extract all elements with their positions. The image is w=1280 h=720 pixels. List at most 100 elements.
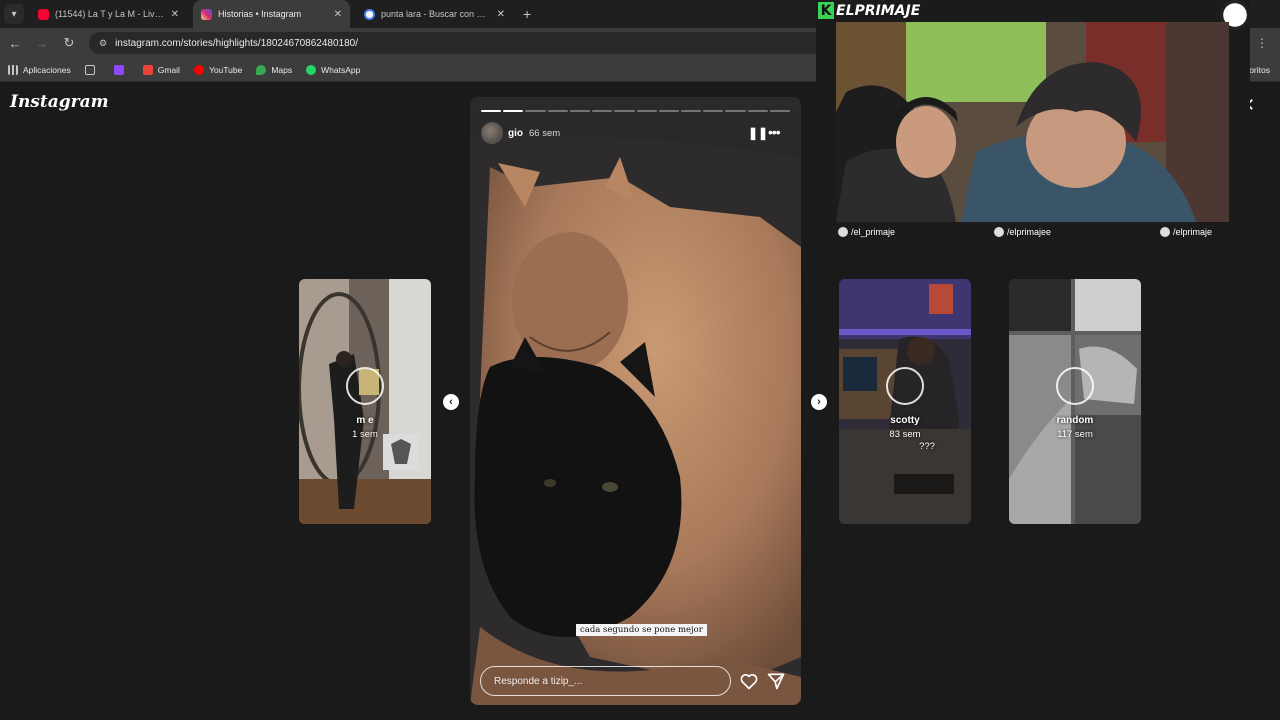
pause-icon[interactable]: ❚❚ xyxy=(748,126,768,140)
bookmark-gmail[interactable]: Gmail xyxy=(142,64,180,75)
story-card-name: m e xyxy=(356,415,374,426)
progress-segment xyxy=(769,110,791,112)
tab-youtube[interactable]: (11544) La T y La M - Live Set M ✕ xyxy=(30,0,187,28)
story-card-scotty[interactable]: scotty 83 sem ??? xyxy=(839,279,971,524)
bookmark-label: Gmail xyxy=(157,64,180,75)
social-handle-text: /el_primaje xyxy=(851,227,896,237)
bookmark-label: Aplicaciones xyxy=(23,64,71,75)
bookmark-apps[interactable]: Aplicaciones xyxy=(8,64,71,75)
progress-segment xyxy=(725,110,746,112)
story-card-extra: ??? xyxy=(919,441,935,452)
new-tab-button[interactable]: + xyxy=(523,6,531,22)
google-favicon-icon xyxy=(364,8,375,20)
browser-menu-icon[interactable]: ⋮ xyxy=(1256,36,1268,50)
back-arrow-icon[interactable]: ← xyxy=(3,36,27,51)
social-handle-text: /elprimaje xyxy=(1173,227,1213,237)
streamer-name: ELPRIMAJE xyxy=(836,2,921,19)
discord-icon xyxy=(1160,227,1170,237)
story-caption: cada segundo se pone mejor xyxy=(576,624,707,636)
bookmark-grid[interactable] xyxy=(84,64,100,75)
story-card-time: 83 sem xyxy=(889,429,921,440)
story-card-random[interactable]: random 117 sem xyxy=(1009,279,1141,524)
instagram-logo[interactable]: Instagram xyxy=(10,92,109,112)
bookmark-maps[interactable]: Maps xyxy=(256,64,293,75)
tiktok-icon xyxy=(838,227,848,237)
tab-title: Historias • Instagram xyxy=(218,9,302,19)
site-info-icon[interactable]: ⚙ xyxy=(99,38,107,49)
progress-segment xyxy=(658,110,679,112)
grid-icon xyxy=(84,64,95,75)
stream-webcam-overlay: K ELPRIMAJE /el_primaje /elprimajee /elp… xyxy=(816,0,1250,243)
progress-segment xyxy=(703,110,724,112)
reply-field[interactable] xyxy=(480,666,731,696)
progress-segment xyxy=(503,110,524,112)
story-username[interactable]: gio xyxy=(508,128,523,139)
youtube-icon xyxy=(193,64,204,75)
close-tab-icon[interactable]: ✕ xyxy=(497,9,505,20)
youtube-favicon-icon xyxy=(38,8,49,20)
kick-logo-icon: K xyxy=(818,2,834,19)
story-card-time: 1 sem xyxy=(352,429,378,440)
reply-input[interactable] xyxy=(494,675,714,687)
more-options-icon[interactable]: ••• xyxy=(768,124,781,140)
progress-segment xyxy=(680,110,702,112)
streamer-brand: K ELPRIMAJE xyxy=(818,2,920,19)
bookmark-label: WhatsApp xyxy=(321,64,361,75)
progress-segment xyxy=(525,110,546,112)
tab-search-icon[interactable]: ▾ xyxy=(4,4,24,24)
discord-handle: /elprimaje xyxy=(1160,227,1212,237)
avatar[interactable] xyxy=(481,122,503,144)
tab-google[interactable]: punta lara - Buscar con Google ✕ xyxy=(356,0,513,28)
close-tab-icon[interactable]: ✕ xyxy=(334,9,342,20)
reload-icon[interactable]: ↻ xyxy=(57,35,81,51)
story-card-name: scotty xyxy=(890,415,920,426)
forward-arrow-icon[interactable]: → xyxy=(30,36,54,51)
current-story[interactable]: gio 66 sem ❚❚ ••• cada segundo se pone m… xyxy=(470,97,801,705)
tab-instagram[interactable]: Historias • Instagram ✕ xyxy=(193,0,350,28)
next-story-button[interactable]: › xyxy=(811,394,827,410)
story-card-name: random xyxy=(1056,415,1094,426)
twitch-icon xyxy=(113,64,124,75)
bookmarks-folder-favoritos[interactable]: oritos xyxy=(1249,65,1270,75)
progress-segment xyxy=(547,110,568,112)
story-card-me[interactable]: m e 1 sem xyxy=(299,279,431,524)
previous-story-button[interactable]: ‹ xyxy=(443,394,459,410)
instagram-icon xyxy=(994,227,1004,237)
story-card-time: 117 sem xyxy=(1057,429,1093,440)
story-avatar-ring xyxy=(1056,367,1094,405)
webcam-feed xyxy=(836,22,1229,222)
url-text: instagram.com/stories/highlights/1802467… xyxy=(115,37,359,49)
story-photo xyxy=(470,97,801,705)
close-tab-icon[interactable]: ✕ xyxy=(171,9,179,20)
bookmark-label: YouTube xyxy=(208,64,243,75)
progress-segment xyxy=(569,110,591,112)
instagram-favicon-icon xyxy=(201,8,212,20)
bookmark-twitch[interactable] xyxy=(113,64,129,75)
tab-title: punta lara - Buscar con Google xyxy=(381,9,491,19)
webcam-image xyxy=(836,22,1229,222)
progress-segment xyxy=(636,110,657,112)
social-handle-text: /elprimajee xyxy=(1007,227,1052,237)
progress-segment xyxy=(747,110,768,112)
tiktok-handle: /el_primaje xyxy=(838,227,895,237)
instagram-handle: /elprimajee xyxy=(994,227,1051,237)
social-handles-bar: /el_primaje /elprimajee /elprimaje xyxy=(816,223,1250,243)
send-direct-icon[interactable] xyxy=(766,671,786,691)
progress-segment xyxy=(481,110,502,112)
tab-title: (11544) La T y La M - Live Set M xyxy=(55,9,165,19)
bookmark-label: Maps xyxy=(271,64,293,75)
address-bar[interactable]: ⚙ instagram.com/stories/highlights/18024… xyxy=(89,32,849,54)
progress-segment xyxy=(614,110,635,112)
apps-grid-icon xyxy=(8,64,18,75)
bookmark-whatsapp[interactable]: WhatsApp xyxy=(306,64,361,75)
story-timestamp: 66 sem xyxy=(529,127,561,139)
story-avatar-ring xyxy=(346,367,384,405)
story-avatar-ring xyxy=(886,367,924,405)
maps-pin-icon xyxy=(256,64,267,75)
whatsapp-icon xyxy=(306,64,317,75)
progress-segment xyxy=(592,110,613,112)
story-progress-bar xyxy=(481,110,791,112)
bookmark-youtube[interactable]: YouTube xyxy=(193,64,243,75)
gmail-icon xyxy=(142,64,153,75)
like-heart-icon[interactable] xyxy=(739,671,759,691)
